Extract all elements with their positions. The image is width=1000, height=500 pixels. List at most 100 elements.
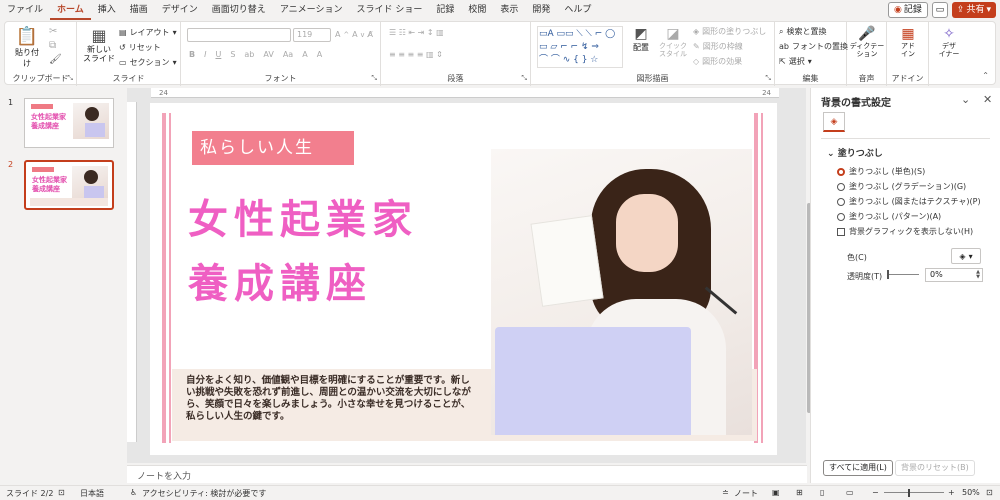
font-size-buttons[interactable]: A ^ Av A̸: [335, 30, 373, 39]
launcher-icon[interactable]: ⤡: [521, 74, 527, 83]
tab-7[interactable]: スライド ショー: [349, 0, 429, 20]
replace-font-button[interactable]: ab フォントの置換: [779, 41, 848, 52]
reset-button[interactable]: ↺ リセット: [119, 42, 161, 53]
arrange-button[interactable]: ◩ 配置: [627, 26, 655, 53]
reading-view-icon[interactable]: ▯: [820, 488, 824, 497]
tab-4[interactable]: デザイン: [155, 0, 205, 20]
normal-view-icon[interactable]: ▣: [772, 488, 780, 497]
font-style-buttons[interactable]: B I U Sab AV Aa A A: [189, 50, 322, 59]
transparency-slider[interactable]: [889, 274, 919, 275]
designer-button[interactable]: ✧ デザ イナー: [931, 26, 967, 58]
launcher-icon[interactable]: ⤡: [67, 74, 73, 83]
replace-icon: ab: [779, 42, 789, 51]
tab-11[interactable]: 開発: [525, 0, 557, 20]
tab-10[interactable]: 表示: [493, 0, 525, 20]
transparency-slider-handle[interactable]: [887, 270, 889, 279]
paste-button[interactable]: 📋 貼り付け: [13, 26, 41, 69]
slideshow-icon[interactable]: ▭: [846, 488, 854, 497]
find-button[interactable]: ⌕ 検索と置換: [779, 26, 826, 37]
record-button[interactable]: ◉ 記録: [888, 2, 928, 18]
tab-5[interactable]: 画面切り替え: [205, 0, 273, 20]
spellcheck-icon[interactable]: ⊡: [58, 488, 65, 497]
slide-thumbnail-2[interactable]: 女性起業家 養成講座: [24, 160, 114, 210]
color-picker-button[interactable]: ◈ ▾: [951, 248, 981, 264]
chevron-down-icon: ▾: [172, 28, 177, 37]
shape-outline-button[interactable]: ✎ 図形の枠線: [693, 41, 743, 52]
shapes-gallery[interactable]: ▭A ▭▭ ⟍ ⟍ ⌐ ◯ ▭ ▱ ⌐ ⌐ ↯ ⇒ ⌒ ⌒ ∿ { } ☆: [537, 26, 623, 68]
section-button[interactable]: ▭ セクション ▾: [119, 57, 177, 68]
fill-option-pattern[interactable]: 塗りつぶし (パターン)(A): [837, 211, 941, 222]
tab-3[interactable]: 描画: [123, 0, 155, 20]
subtitle-badge[interactable]: 私らしい人生: [192, 131, 354, 165]
zoom-slider[interactable]: [884, 492, 944, 493]
pane-title: 背景の書式設定: [821, 98, 891, 109]
list-buttons[interactable]: ☰ ☷ ⇤ ⇥ ↕ ▥: [389, 28, 444, 37]
language-indicator[interactable]: 日本語: [80, 488, 104, 499]
photo-paper: [530, 215, 604, 307]
apply-to-all-button[interactable]: すべてに適用(L): [823, 460, 893, 476]
zoom-slider-handle[interactable]: [908, 489, 910, 497]
reset-background-button[interactable]: 背景のリセット(B): [895, 460, 975, 476]
tab-2[interactable]: 挿入: [91, 0, 123, 20]
chevron-down-icon: ▾: [986, 5, 991, 15]
chevron-down-icon[interactable]: ⌄: [961, 93, 970, 106]
clipboard-group: 📋 貼り付け ✂ ⧉ 🖌 クリップボード ⤡: [5, 22, 77, 86]
shape-effects-button[interactable]: ◇ 図形の効果: [693, 56, 742, 67]
radio-icon: [837, 182, 845, 191]
tab-1[interactable]: ホーム: [50, 0, 91, 20]
launcher-icon[interactable]: ⤡: [765, 74, 771, 83]
launcher-icon[interactable]: ⤡: [371, 74, 377, 83]
close-icon[interactable]: ✕: [983, 93, 992, 106]
format-background-pane: 背景の書式設定 ⌄ ✕ ◈ ⌄ 塗りつぶし 塗りつぶし (単色)(S) 塗りつぶ…: [810, 88, 1000, 483]
addins-button[interactable]: ▦ アド イン: [891, 26, 925, 58]
dictate-button[interactable]: 🎤 ディクテー ション: [849, 26, 885, 58]
fill-option-label: 塗りつぶし (パターン)(A): [849, 212, 942, 221]
accessibility-status[interactable]: アクセシビリティ: 検討が必要です: [142, 488, 266, 499]
slide-thumbnail-1[interactable]: 女性起業家 養成講座: [24, 98, 114, 148]
fill-option-solid[interactable]: 塗りつぶし (単色)(S): [837, 166, 925, 177]
zoom-in-icon[interactable]: +: [948, 488, 955, 497]
zoom-out-icon[interactable]: −: [872, 488, 879, 497]
woman-laptop-photo[interactable]: [491, 149, 752, 435]
fill-option-picture[interactable]: 塗りつぶし (図またはテクスチャ)(P): [837, 196, 981, 207]
fill-tab[interactable]: ◈: [823, 112, 845, 132]
font-size-input[interactable]: 119: [293, 28, 331, 42]
comment-button[interactable]: ▭: [931, 2, 948, 18]
hide-bg-graphics-checkbox[interactable]: 背景グラフィックを表示しない(H): [837, 226, 973, 237]
record-label: 記録: [903, 5, 922, 15]
format-painter-icon[interactable]: 🖌: [49, 54, 62, 65]
align-buttons[interactable]: ≡ ≡ ≡ ≡ ▥ ⇕: [389, 50, 443, 59]
fill-option-gradient[interactable]: 塗りつぶし (グラデーション)(G): [837, 181, 966, 192]
radio-icon: [837, 167, 845, 176]
layout-button[interactable]: ▤ レイアウト ▾: [119, 27, 177, 38]
quick-style-button[interactable]: ◪ クイック スタイル: [657, 26, 689, 58]
notes-input[interactable]: ノートを入力: [127, 465, 807, 483]
tab-0[interactable]: ファイル: [0, 0, 50, 20]
shape-fill-button[interactable]: ◈ 図形の塗りつぶし: [693, 26, 766, 37]
thumb-number: 1: [8, 98, 14, 107]
slide-sorter-icon[interactable]: ⊞: [796, 488, 803, 497]
tab-6[interactable]: アニメーション: [273, 0, 350, 20]
tab-8[interactable]: 記録: [429, 0, 461, 20]
fit-to-window-icon[interactable]: ⊡: [986, 488, 993, 497]
notes-toggle[interactable]: ノート: [734, 488, 758, 499]
font-name-input[interactable]: [187, 28, 291, 42]
zoom-level[interactable]: 50%: [962, 488, 980, 497]
slide-body-text[interactable]: 自分をよく知り、価値観や目標を明確にすることが重要です。新しい挑戦や失敗を恐れず…: [186, 375, 474, 423]
select-button[interactable]: ⇱ 選択 ▾: [779, 56, 812, 67]
spinner-icon[interactable]: ▲ ▼: [976, 270, 980, 280]
new-slide-button[interactable]: ▦ 新しい スライド: [83, 26, 115, 63]
slides-group: ▦ 新しい スライド ▤ レイアウト ▾ ↺ リセット ▭ セクション ▾ スライド: [77, 22, 181, 86]
copy-icon[interactable]: ⧉: [49, 40, 56, 51]
slide[interactable]: 私らしい人生 女性起業家 養成講座 自分をよく知り、価値観や目標を明確にすること…: [150, 103, 777, 455]
transparency-input[interactable]: 0% ▲ ▼: [925, 268, 983, 282]
tab-12[interactable]: ヘルプ: [557, 0, 598, 20]
ribbon: 📋 貼り付け ✂ ⧉ 🖌 クリップボード ⤡ ▦ 新しい スライド ▤ レイアウト…: [4, 21, 996, 86]
slide-title[interactable]: 女性起業家 養成講座: [188, 195, 418, 309]
cut-icon[interactable]: ✂: [49, 26, 57, 37]
collapse-ribbon-icon[interactable]: ⌃: [982, 71, 989, 80]
fill-section-header[interactable]: ⌄ 塗りつぶし: [827, 146, 883, 159]
pane-divider: [821, 138, 990, 139]
tab-9[interactable]: 校閲: [461, 0, 493, 20]
share-button[interactable]: ⇪ 共有 ▾: [951, 2, 996, 18]
